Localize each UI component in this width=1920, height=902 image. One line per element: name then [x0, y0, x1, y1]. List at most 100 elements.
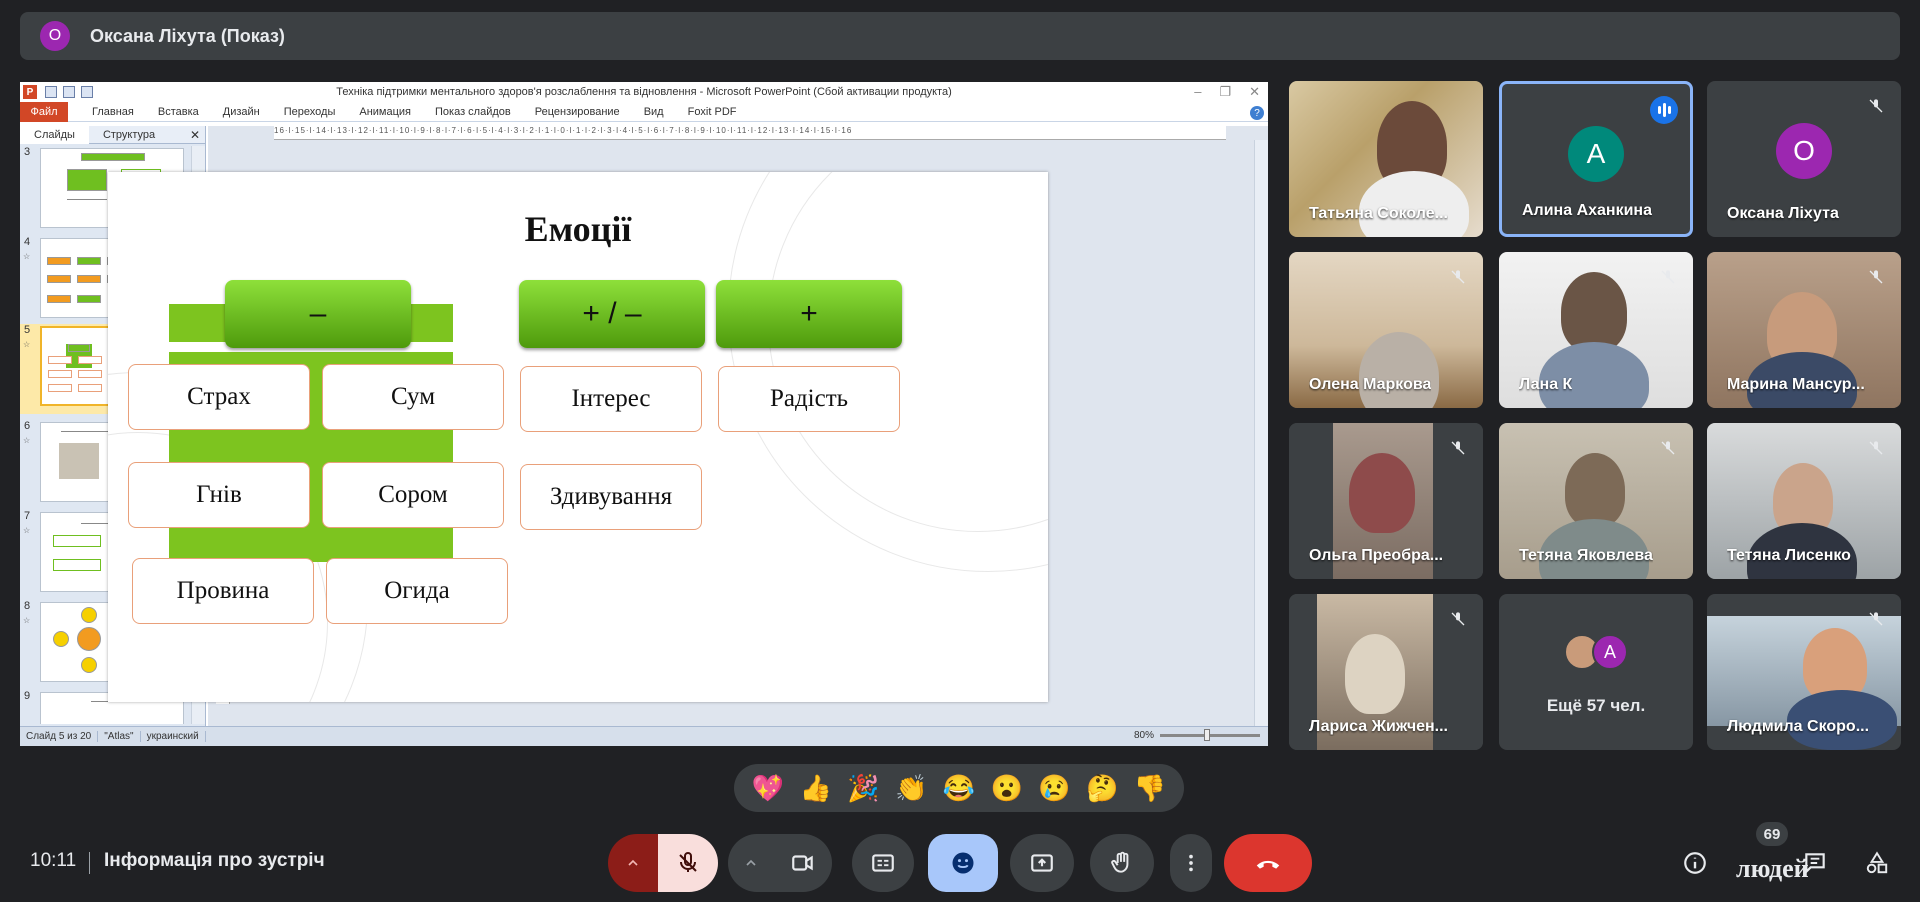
maximize-icon: ❐ — [1219, 84, 1232, 99]
more-vert-icon — [1189, 854, 1193, 872]
participant-tile[interactable]: Лариса Жижчен... — [1289, 594, 1483, 750]
participant-tile[interactable]: Марина Мансур... — [1707, 252, 1901, 408]
slide-title: Емоції — [524, 209, 632, 249]
emotion-fear: Страх — [128, 364, 310, 430]
animation-star-icon: ☆ — [23, 436, 31, 445]
reaction-party[interactable]: 🎉 — [843, 768, 883, 808]
participant-figure — [1349, 453, 1415, 533]
participant-name: Лана К — [1519, 376, 1573, 393]
camera-toggle-button[interactable] — [774, 834, 832, 892]
mic-off-icon — [1655, 435, 1681, 461]
zoom-knob — [1204, 729, 1210, 741]
participant-avatar: A — [1592, 634, 1628, 670]
participant-name: Тетяна Яковлева — [1519, 547, 1653, 564]
participant-tile[interactable]: Людмила Скоро... — [1707, 594, 1901, 750]
emotion-guilt: Провина — [132, 558, 314, 624]
horizontal-ruler: 16·l·15·l·14·l·13·l·12·l·11·l·10·l·9·l·8… — [274, 126, 1226, 140]
chat-button[interactable] — [1800, 848, 1830, 878]
ppt-window-title: Техніка підтримки ментального здоров'я р… — [336, 86, 952, 98]
people-button-label[interactable]: людей — [1736, 854, 1809, 884]
meeting-info-link[interactable]: Інформація про зустріч — [104, 850, 325, 872]
participant-name: Тетяна Лисенко — [1727, 547, 1851, 564]
participant-figure — [1345, 634, 1405, 714]
slide-number: 8 — [24, 600, 31, 612]
mic-off-icon — [1655, 264, 1681, 290]
participant-name: Олена Маркова — [1309, 376, 1432, 393]
reaction-thumbs-down[interactable]: 👎 — [1130, 768, 1170, 808]
zoom-slider — [1160, 729, 1260, 741]
speaking-indicator-icon — [1650, 96, 1678, 124]
mic-options-button[interactable] — [608, 834, 658, 892]
raise-hand-button[interactable] — [1090, 834, 1154, 892]
camera-options-button[interactable] — [728, 834, 774, 892]
quick-access-toolbar — [45, 86, 93, 98]
participant-tile[interactable]: О Оксана Ліхута — [1707, 81, 1901, 237]
participant-name: Ольга Преобра... — [1309, 547, 1444, 564]
mic-off-icon — [1445, 264, 1471, 290]
captions-button[interactable] — [852, 834, 914, 892]
participant-tile-active-speaker[interactable]: A Алина Аханкина — [1499, 81, 1693, 237]
chevron-up-icon — [746, 859, 756, 866]
participant-tile[interactable]: Олена Маркова — [1289, 252, 1483, 408]
slide-number: 3 — [24, 146, 31, 158]
leave-call-button[interactable] — [1224, 834, 1312, 892]
participant-tile[interactable]: Ольга Преобра... — [1289, 423, 1483, 579]
ppt-tab-home: Главная — [92, 105, 134, 118]
participant-tile[interactable]: Лана К — [1499, 252, 1693, 408]
animation-star-icon: ☆ — [23, 340, 31, 349]
participant-tile[interactable]: Тетяна Яковлева — [1499, 423, 1693, 579]
reaction-laugh[interactable]: 😂 — [939, 768, 979, 808]
reaction-surprised[interactable]: 😮 — [987, 768, 1027, 808]
emotion-joy: Радість — [718, 366, 900, 432]
more-participants-avatars: A — [1564, 634, 1628, 670]
mic-control-group — [608, 834, 718, 892]
mic-off-icon — [1445, 435, 1471, 461]
header-negative: – — [225, 280, 411, 348]
present-screen-button[interactable] — [1010, 834, 1074, 892]
participant-name: Лариса Жижчен... — [1309, 718, 1448, 735]
meeting-details-button[interactable] — [1680, 848, 1710, 878]
participant-figure — [1565, 453, 1625, 527]
mic-off-icon — [679, 852, 697, 872]
mic-off-icon — [1863, 435, 1889, 461]
editor-scrollbar — [1254, 140, 1268, 726]
more-participants-label: Ещё 57 чел. — [1546, 696, 1646, 715]
more-participants-tile[interactable]: A Ещё 57 чел. — [1499, 594, 1693, 750]
reaction-clap[interactable]: 👏 — [891, 768, 931, 808]
reaction-thumbs-up[interactable]: 👍 — [796, 768, 836, 808]
zoom-controls: 80% — [1134, 729, 1260, 741]
participant-avatar: A — [1568, 126, 1624, 182]
ppt-tab-insert: Вставка — [157, 105, 199, 118]
redo-icon — [81, 86, 93, 98]
ppt-window-controls: – ❐ ✕ — [1194, 84, 1260, 100]
ppt-tab-review: Рецензирование — [534, 105, 620, 118]
slide-number: 7 — [24, 510, 31, 522]
hang-up-icon — [1256, 860, 1280, 869]
reaction-sad[interactable]: 😢 — [1034, 768, 1074, 808]
reaction-sparkling-heart[interactable]: 💖 — [748, 768, 788, 808]
powerpoint-logo-icon: P — [23, 85, 37, 99]
ppt-tab-foxit: Foxit PDF — [687, 105, 737, 118]
ppt-tab-animation: Анимация — [359, 105, 411, 118]
reaction-thinking[interactable]: 🤔 — [1082, 768, 1122, 808]
mic-off-icon — [1863, 606, 1889, 632]
activities-button[interactable] — [1862, 848, 1892, 878]
theme-name: "Atlas" — [98, 731, 141, 742]
camera-icon — [792, 855, 813, 871]
chevron-up-icon — [628, 859, 638, 866]
meeting-clock: 10:11 — [30, 850, 77, 871]
emotion-interest: Інтерес — [520, 366, 702, 432]
camera-control-group — [728, 834, 832, 892]
ppt-tab-view: Вид — [643, 105, 664, 118]
reactions-button[interactable] — [928, 834, 998, 892]
participant-name: Людмила Скоро... — [1727, 718, 1870, 735]
mic-off-icon — [1863, 264, 1889, 290]
mic-toggle-button[interactable] — [658, 834, 718, 892]
emotion-anger: Гнів — [128, 462, 310, 528]
participant-name: Марина Мансур... — [1727, 376, 1865, 393]
participant-tile[interactable]: Тетяна Лисенко — [1707, 423, 1901, 579]
slide-counter: Слайд 5 из 20 — [20, 731, 99, 742]
animation-star-icon: ☆ — [23, 616, 31, 625]
more-options-button[interactable] — [1170, 834, 1212, 892]
participant-tile[interactable]: Татьяна Соколе... — [1289, 81, 1483, 237]
